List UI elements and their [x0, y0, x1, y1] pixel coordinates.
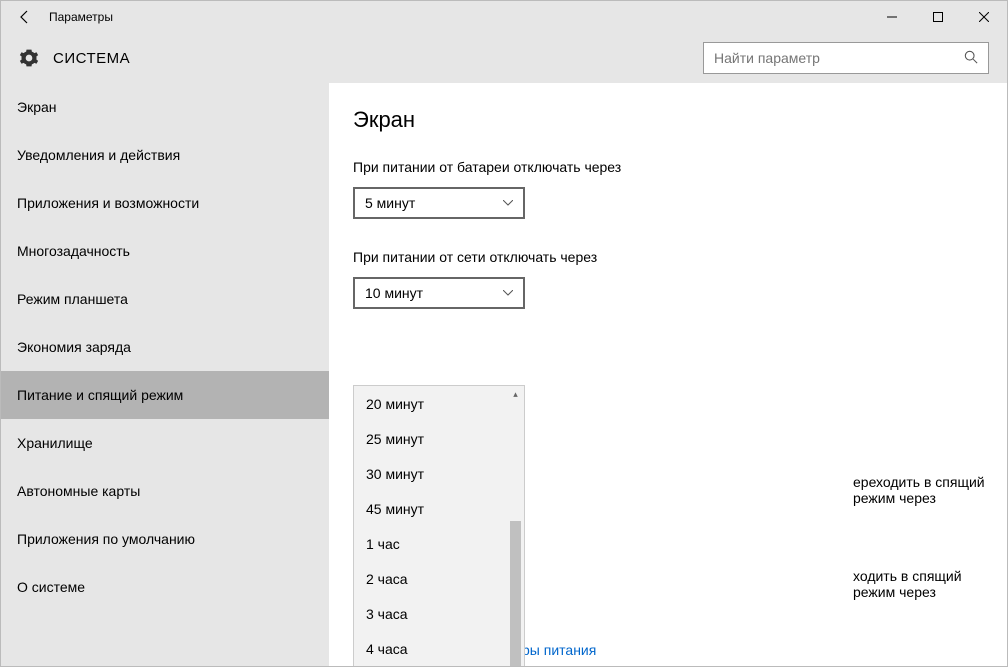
- sidebar-item[interactable]: О системе: [1, 563, 329, 611]
- sidebar-item[interactable]: Автономные карты: [1, 467, 329, 515]
- back-button[interactable]: [9, 1, 41, 33]
- dropdown-option[interactable]: 2 часа: [354, 561, 524, 596]
- header: СИСТЕМА: [1, 33, 1007, 83]
- sidebar-item[interactable]: Экран: [1, 83, 329, 131]
- chevron-down-icon: [503, 287, 513, 299]
- content-pane: Экран При питании от батареи отключать ч…: [329, 83, 1007, 666]
- window-buttons: [869, 1, 1007, 33]
- app-name: СИСТЕМА: [53, 50, 130, 67]
- scroll-up-icon[interactable]: ▴: [507, 386, 524, 403]
- sidebar-item[interactable]: Приложения по умолчанию: [1, 515, 329, 563]
- page-heading: Экран: [353, 107, 1007, 133]
- sidebar-item[interactable]: Уведомления и действия: [1, 131, 329, 179]
- sidebar-item[interactable]: Хранилище: [1, 419, 329, 467]
- sidebar-item[interactable]: Многозадачность: [1, 227, 329, 275]
- battery-screen-off-label: При питании от батареи отключать через: [353, 159, 1007, 175]
- dropdown-value: 5 минут: [365, 195, 415, 211]
- window-title: Параметры: [49, 10, 113, 24]
- dropdown-option[interactable]: 30 минут: [354, 456, 524, 491]
- battery-screen-off-dropdown[interactable]: 5 минут: [353, 187, 525, 219]
- plugged-screen-off-label: При питании от сети отключать через: [353, 249, 1007, 265]
- dropdown-listbox[interactable]: 20 минут25 минут30 минут45 минут1 час2 ч…: [353, 385, 525, 666]
- plugged-screen-off-dropdown[interactable]: 10 минут: [353, 277, 525, 309]
- dropdown-option[interactable]: 25 минут: [354, 421, 524, 456]
- minimize-button[interactable]: [869, 1, 915, 33]
- sidebar-item[interactable]: Режим планшета: [1, 275, 329, 323]
- maximize-button[interactable]: [915, 1, 961, 33]
- dropdown-option[interactable]: 45 минут: [354, 491, 524, 526]
- sidebar-item[interactable]: Питание и спящий режим: [1, 371, 329, 419]
- chevron-down-icon: [503, 197, 513, 209]
- gear-icon: [19, 48, 39, 68]
- dropdown-option[interactable]: 1 час: [354, 526, 524, 561]
- scrollbar[interactable]: ▴ ▾: [507, 386, 524, 666]
- dropdown-option[interactable]: 3 часа: [354, 596, 524, 631]
- dropdown-option[interactable]: 4 часа: [354, 631, 524, 666]
- dropdown-option[interactable]: 20 минут: [354, 386, 524, 421]
- search-icon: [964, 50, 978, 67]
- sleep-plugged-label-partial: ходить в спящий режим через: [853, 568, 1007, 600]
- sidebar: ЭкранУведомления и действияПриложения и …: [1, 83, 329, 666]
- titlebar: Параметры: [1, 1, 1007, 33]
- dropdown-value: 10 минут: [365, 285, 423, 301]
- sidebar-item[interactable]: Приложения и возможности: [1, 179, 329, 227]
- close-button[interactable]: [961, 1, 1007, 33]
- sidebar-item[interactable]: Экономия заряда: [1, 323, 329, 371]
- search-input[interactable]: [714, 50, 964, 66]
- search-box[interactable]: [703, 42, 989, 74]
- scroll-thumb[interactable]: [510, 521, 521, 666]
- sleep-battery-label-partial: ереходить в спящий режим через: [853, 474, 1007, 506]
